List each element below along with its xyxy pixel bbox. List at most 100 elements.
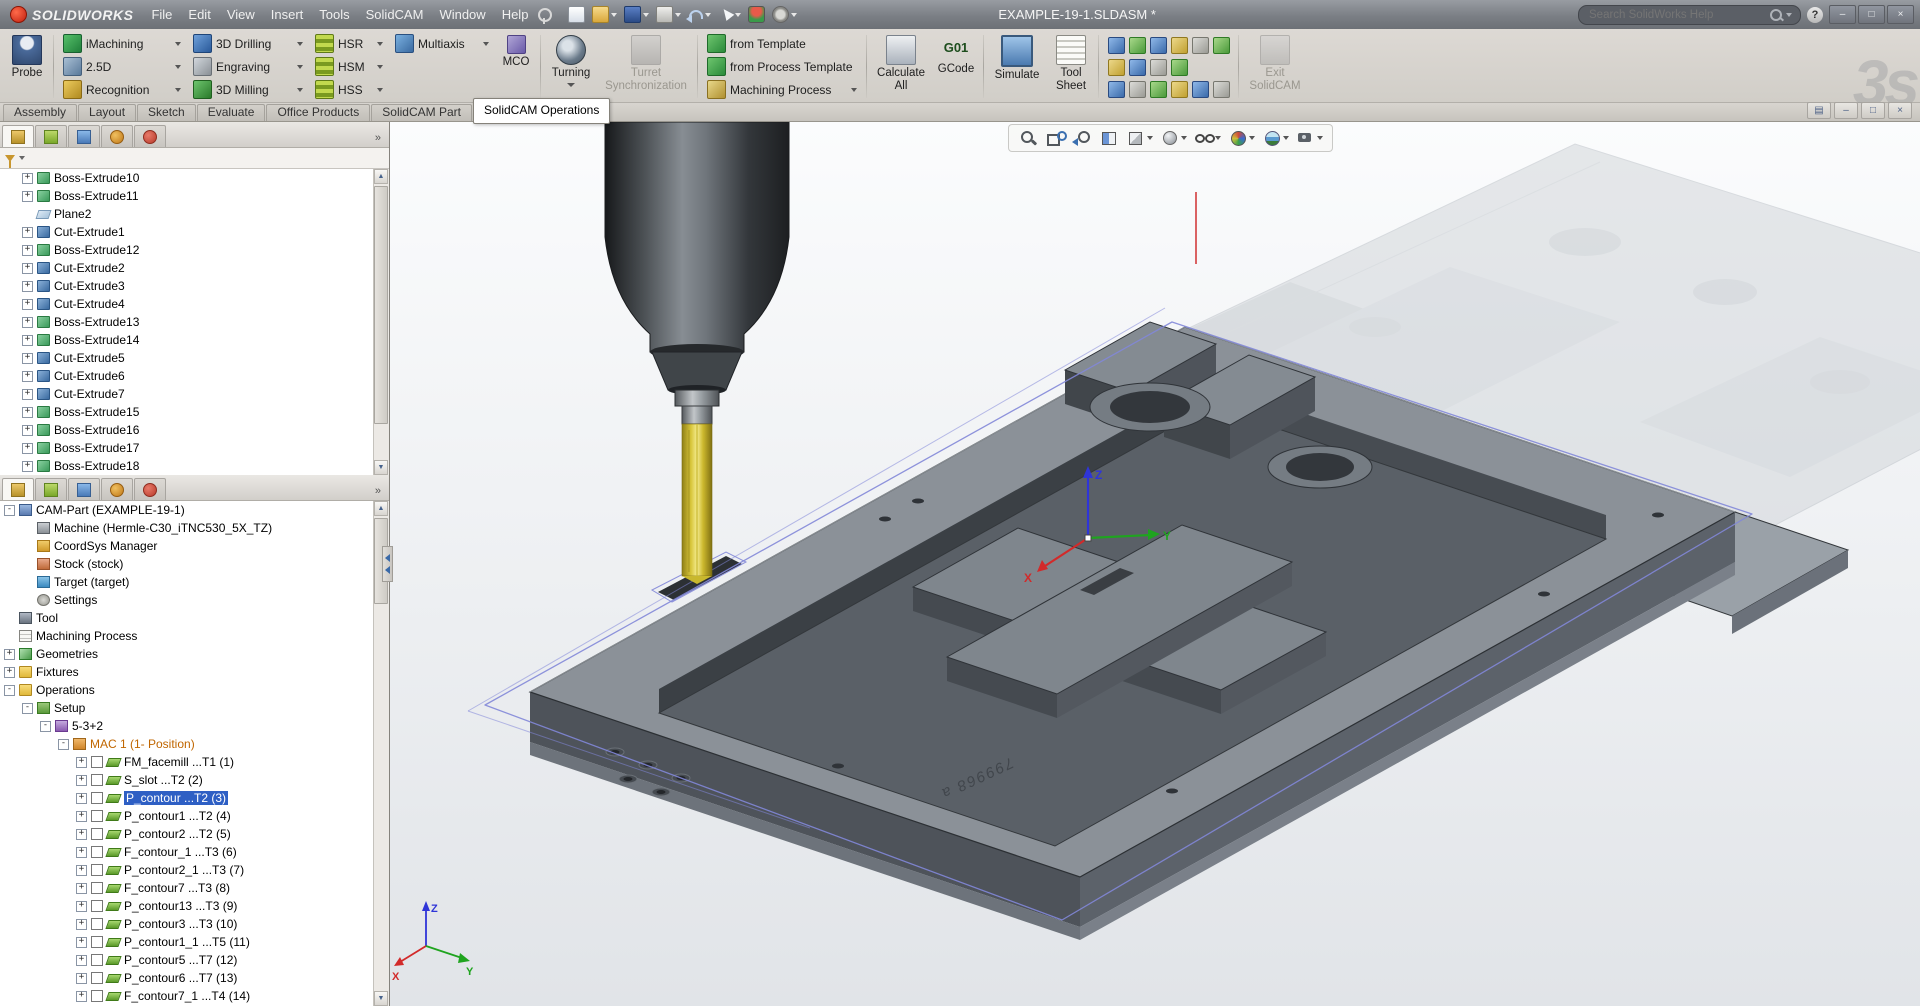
scroll-up-icon[interactable]: ▲ <box>374 501 388 516</box>
panel-tabs-overflow[interactable]: » <box>375 132 387 147</box>
hsr-button[interactable]: HSR <box>311 32 387 55</box>
displaymanager-tab[interactable] <box>134 478 166 500</box>
section-view-icon[interactable] <box>1097 127 1121 149</box>
options-icon[interactable] <box>770 4 799 25</box>
apply-scene-icon[interactable] <box>1260 127 1291 149</box>
milling-2-5d-button[interactable]: 2.5D <box>59 55 185 78</box>
cam-tree-item[interactable]: + Fixtures <box>0 663 389 681</box>
scroll-thumb[interactable] <box>374 186 388 424</box>
hide-show-items-icon[interactable] <box>1192 127 1223 149</box>
expand-icon[interactable]: + <box>22 425 33 436</box>
operation-checkbox[interactable] <box>91 792 103 804</box>
operation-checkbox[interactable] <box>91 900 103 912</box>
feature-tree-item[interactable]: + Cut-Extrude3 <box>0 277 389 295</box>
configurationmanager-tab[interactable] <box>68 478 100 500</box>
configurationmanager-tab[interactable] <box>68 125 100 147</box>
expand-icon[interactable]: + <box>22 281 33 292</box>
cam-tree-item[interactable]: + P_contour2 ...T2 (5) <box>0 825 389 843</box>
feature-tree-item[interactable]: + Cut-Extrude7 <box>0 385 389 403</box>
feature-tree-item[interactable]: + Boss-Extrude17 <box>0 439 389 457</box>
expand-icon[interactable]: + <box>76 955 87 966</box>
cam-tree-item[interactable]: + P_contour1 ...T2 (4) <box>0 807 389 825</box>
hsm-button[interactable]: HSM <box>311 55 387 78</box>
cam-tree-item[interactable]: + P_contour1_1 ...T5 (11) <box>0 933 389 951</box>
help-icon[interactable]: ? <box>1807 7 1823 23</box>
rebuild-icon[interactable] <box>746 4 767 25</box>
expand-icon[interactable]: - <box>40 721 51 732</box>
simulate-button[interactable]: Simulate <box>987 31 1047 102</box>
open-icon[interactable] <box>590 4 619 25</box>
operation-checkbox[interactable] <box>91 864 103 876</box>
cam-tree-item[interactable]: + P_contour2_1 ...T3 (7) <box>0 861 389 879</box>
scroll-down-icon[interactable]: ▼ <box>374 991 388 1006</box>
dimxpertmanager-tab[interactable] <box>101 478 133 500</box>
operation-checkbox[interactable] <box>91 954 103 966</box>
mco-button[interactable]: MCO <box>495 31 537 102</box>
doc-tab-icon[interactable]: ▤ <box>1807 102 1831 119</box>
operation-checkbox[interactable] <box>91 756 103 768</box>
feature-tree-item[interactable]: + Boss-Extrude12 <box>0 241 389 259</box>
expand-icon[interactable]: + <box>76 775 87 786</box>
define-coordsys-icon[interactable] <box>1106 35 1126 56</box>
cam-tree-item[interactable]: Tool <box>0 609 389 627</box>
menu-item[interactable]: Tools <box>311 0 357 29</box>
expand-icon[interactable]: + <box>22 335 33 346</box>
displaymanager-tab[interactable] <box>134 125 166 147</box>
zoom-area-icon[interactable] <box>1043 127 1067 149</box>
operation-checkbox[interactable] <box>91 972 103 984</box>
cam-tree-item[interactable]: - MAC 1 (1- Position) <box>0 735 389 753</box>
expand-icon[interactable]: + <box>22 353 33 364</box>
pin-menu-icon[interactable] <box>538 8 552 22</box>
expand-icon[interactable]: + <box>22 245 33 256</box>
cam-tree-item[interactable]: + F_contour7 ...T3 (8) <box>0 879 389 897</box>
expand-icon[interactable]: + <box>22 299 33 310</box>
expand-icon[interactable]: + <box>76 883 87 894</box>
expand-icon[interactable]: + <box>22 173 33 184</box>
operation-new-icon[interactable] <box>1106 57 1126 78</box>
select-icon[interactable] <box>716 5 743 24</box>
turning-button[interactable]: Turning <box>544 31 598 102</box>
expand-icon[interactable]: + <box>22 389 33 400</box>
exit-solidcam-button[interactable]: Exit SolidCAM <box>1242 31 1308 102</box>
gcode-button[interactable]: G01 GCode <box>932 31 980 102</box>
operation-copy-icon[interactable] <box>1148 57 1168 78</box>
feature-tree-item[interactable]: + Cut-Extrude6 <box>0 367 389 385</box>
commandmanager-tab[interactable]: Evaluate <box>197 104 266 121</box>
cam-tree-item[interactable]: + F_contour_1 ...T3 (6) <box>0 843 389 861</box>
feature-tree-item[interactable]: + Cut-Extrude2 <box>0 259 389 277</box>
display-style-icon[interactable] <box>1158 127 1189 149</box>
grid-icon-button[interactable] <box>1190 57 1210 78</box>
cam-tree-item[interactable]: Machining Process <box>0 627 389 645</box>
scroll-up-icon[interactable]: ▲ <box>374 169 388 184</box>
machine-setup-icon[interactable] <box>1127 79 1147 100</box>
close-button[interactable]: × <box>1887 5 1914 24</box>
doc-minimize-button[interactable]: – <box>1834 102 1858 119</box>
cam-tree-item[interactable]: + F_contour7_1 ...T4 (14) <box>0 987 389 1005</box>
turret-synchronization-button[interactable]: Turret Synchronization <box>598 31 694 102</box>
tool-sheet-button[interactable]: Tool Sheet <box>1047 31 1095 102</box>
menu-item[interactable]: Window <box>431 0 493 29</box>
expand-icon[interactable]: + <box>22 461 33 472</box>
expand-icon[interactable]: + <box>76 919 87 930</box>
cam-tree-item[interactable]: CoordSys Manager <box>0 537 389 555</box>
cam-tree-item[interactable]: Settings <box>0 591 389 609</box>
scroll-down-icon[interactable]: ▼ <box>374 460 388 475</box>
operation-checkbox[interactable] <box>91 936 103 948</box>
search-icon[interactable] <box>1770 9 1782 21</box>
report-icon[interactable] <box>1169 79 1189 100</box>
commandmanager-tab[interactable]: Sketch <box>137 104 196 121</box>
machining-process-table-icon[interactable] <box>1190 35 1210 56</box>
cam-tree-item[interactable]: + P_contour5 ...T7 (12) <box>0 951 389 969</box>
feature-tree-item[interactable]: + Boss-Extrude14 <box>0 331 389 349</box>
zoom-fit-icon[interactable] <box>1016 127 1040 149</box>
doc-close-button[interactable]: × <box>1888 102 1912 119</box>
graphics-area[interactable]: 799968 a Z Y X <box>390 122 1920 1006</box>
feature-tree-item[interactable]: + Cut-Extrude5 <box>0 349 389 367</box>
operation-checkbox[interactable] <box>91 918 103 930</box>
edit-appearance-icon[interactable] <box>1226 127 1257 149</box>
expand-icon[interactable]: + <box>4 649 15 660</box>
expand-icon[interactable]: + <box>76 865 87 876</box>
panel-collapse-handle[interactable] <box>382 546 393 582</box>
cam-tree-item[interactable]: + S_slot ...T2 (2) <box>0 771 389 789</box>
minimize-button[interactable]: – <box>1829 5 1856 24</box>
